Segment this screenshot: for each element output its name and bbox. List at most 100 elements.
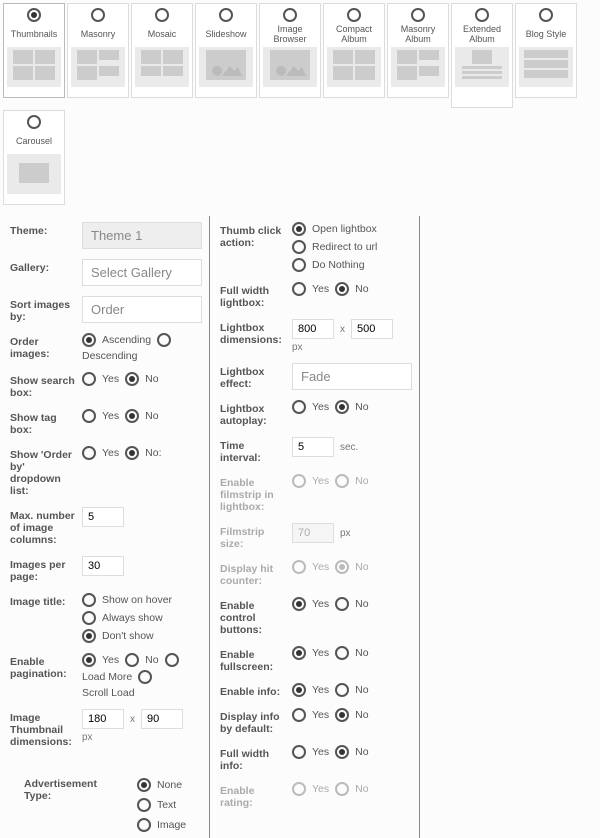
- tc-nothing-radio[interactable]: [292, 258, 306, 272]
- pag-yes-radio[interactable]: [82, 653, 96, 667]
- tagbox-yes-radio[interactable]: [82, 409, 96, 423]
- tagbox-no-radio[interactable]: [125, 409, 139, 423]
- layout-tile-image-browser[interactable]: Image Browser: [259, 3, 321, 98]
- layout-radio[interactable]: [155, 8, 169, 22]
- layout-selector: ThumbnailsMasonry Mosaic Slideshow Image Br…: [0, 0, 600, 208]
- order-label: Order images:: [10, 333, 76, 360]
- layout-preview: [71, 47, 125, 87]
- layout-label: Carousel: [16, 132, 52, 152]
- layout-tile-blog-style[interactable]: Blog Style: [515, 3, 577, 98]
- layout-radio[interactable]: [475, 8, 489, 22]
- lbap-no-radio[interactable]: [335, 400, 349, 414]
- thumbclick-label: Thumb click action:: [220, 222, 286, 249]
- orderby-yes-radio[interactable]: [82, 446, 96, 460]
- perpage-input[interactable]: [82, 556, 124, 576]
- gallery-label: Gallery:: [10, 259, 76, 274]
- thumbdim-label: Image Thumbnail dimensions:: [10, 709, 76, 748]
- sort-select[interactable]: [82, 296, 202, 323]
- maxcols-label: Max. number of image columns:: [10, 507, 76, 546]
- thumb-w-input[interactable]: [82, 709, 124, 729]
- lbeffect-label: Lightbox effect:: [220, 363, 286, 390]
- info-no-radio[interactable]: [335, 683, 349, 697]
- tc-open-radio[interactable]: [292, 222, 306, 236]
- filmsize-label: Filmstrip size:: [220, 523, 286, 550]
- info-label: Enable info:: [220, 683, 286, 698]
- fwlb-yes-radio[interactable]: [292, 282, 306, 296]
- layout-tile-mosaic[interactable]: Mosaic: [131, 3, 193, 98]
- layout-tile-thumbnails[interactable]: Thumbnails: [3, 3, 65, 98]
- layout-tile-masonry-album[interactable]: Masonry Album: [387, 3, 449, 98]
- right-column: Thumb click action: Open lightbox Redire…: [210, 216, 420, 838]
- layout-radio[interactable]: [283, 8, 297, 22]
- layout-tile-slideshow[interactable]: Slideshow: [195, 3, 257, 98]
- layout-label: Mosaic: [148, 25, 177, 45]
- pag-scroll-radio[interactable]: [138, 670, 152, 684]
- hc-no-radio: [335, 560, 349, 574]
- thumb-h-input[interactable]: [141, 709, 183, 729]
- imgtitle-always-radio[interactable]: [82, 611, 96, 625]
- layout-tile-extended-album[interactable]: Extended Album: [451, 3, 513, 108]
- layout-radio[interactable]: [219, 8, 233, 22]
- layout-label: Compact Album: [326, 25, 382, 45]
- orderby-no-radio[interactable]: [125, 446, 139, 460]
- rating-label: Enable rating:: [220, 782, 286, 809]
- fsc-no-radio[interactable]: [335, 646, 349, 660]
- ad-label: Advertisement Type:: [24, 778, 97, 802]
- layout-label: Slideshow: [205, 25, 246, 45]
- fwlb-label: Full width lightbox:: [220, 282, 286, 309]
- tc-redirect-radio[interactable]: [292, 240, 306, 254]
- layout-radio[interactable]: [539, 8, 553, 22]
- layout-preview: [455, 47, 509, 87]
- imgtitle-dont-radio[interactable]: [82, 629, 96, 643]
- sort-label: Sort images by:: [10, 296, 76, 323]
- order-asc-radio[interactable]: [82, 333, 96, 347]
- layout-radio[interactable]: [347, 8, 361, 22]
- lbeffect-select[interactable]: [292, 363, 412, 390]
- gallery-select[interactable]: [82, 259, 202, 286]
- searchbox-no-radio[interactable]: [125, 372, 139, 386]
- interval-label: Time interval:: [220, 437, 286, 464]
- theme-select[interactable]: [82, 222, 202, 249]
- layout-tile-masonry[interactable]: Masonry: [67, 3, 129, 98]
- info-yes-radio[interactable]: [292, 683, 306, 697]
- left-column: Theme: Gallery: Sort images by: Order im…: [0, 216, 210, 838]
- pag-no-radio[interactable]: [125, 653, 139, 667]
- layout-preview: [199, 47, 253, 87]
- cb-no-radio[interactable]: [335, 597, 349, 611]
- layout-tile-carousel[interactable]: Carousel: [3, 110, 65, 205]
- fwlb-no-radio[interactable]: [335, 282, 349, 296]
- fwi-yes-radio[interactable]: [292, 745, 306, 759]
- id-no-radio[interactable]: [335, 708, 349, 722]
- order-desc-radio[interactable]: [157, 333, 171, 347]
- ad-image-radio[interactable]: [137, 818, 151, 832]
- cb-yes-radio[interactable]: [292, 597, 306, 611]
- ad-none-radio[interactable]: [137, 778, 151, 792]
- layout-radio[interactable]: [27, 115, 41, 129]
- fwi-no-radio[interactable]: [335, 745, 349, 759]
- fsc-yes-radio[interactable]: [292, 646, 306, 660]
- rate-no-radio: [335, 782, 349, 796]
- pag-loadmore-radio[interactable]: [165, 653, 179, 667]
- layout-label: Masonry Album: [390, 25, 446, 45]
- layout-preview: [7, 154, 61, 194]
- theme-label: Theme:: [10, 222, 76, 237]
- lb-w-input[interactable]: [292, 319, 334, 339]
- layout-preview: [7, 47, 61, 87]
- pagination-label: Enable pagination:: [10, 653, 76, 680]
- searchbox-yes-radio[interactable]: [82, 372, 96, 386]
- maxcols-input[interactable]: [82, 507, 124, 527]
- layout-tile-compact-album[interactable]: Compact Album: [323, 3, 385, 98]
- ad-text-radio[interactable]: [137, 798, 151, 812]
- lbap-yes-radio[interactable]: [292, 400, 306, 414]
- layout-radio[interactable]: [91, 8, 105, 22]
- infodefault-label: Display info by default:: [220, 708, 286, 735]
- imgtitle-hover-radio[interactable]: [82, 593, 96, 607]
- id-yes-radio[interactable]: [292, 708, 306, 722]
- layout-preview: [135, 47, 189, 87]
- layout-label: Image Browser: [262, 25, 318, 45]
- layout-radio[interactable]: [27, 8, 41, 22]
- lb-h-input[interactable]: [351, 319, 393, 339]
- layout-preview: [263, 47, 317, 87]
- layout-radio[interactable]: [411, 8, 425, 22]
- interval-input[interactable]: [292, 437, 334, 457]
